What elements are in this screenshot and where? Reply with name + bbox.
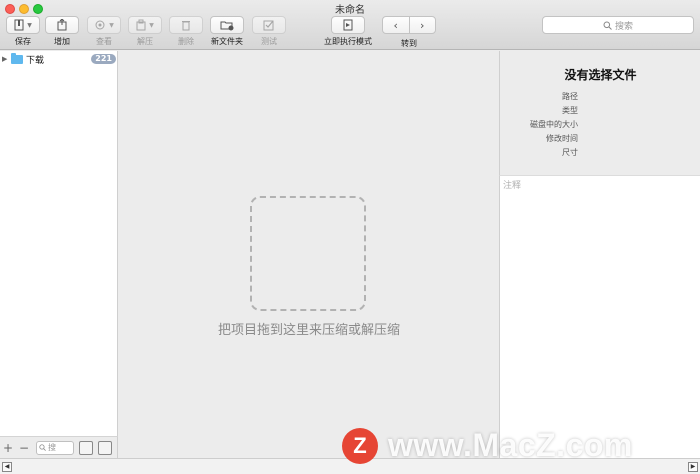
item-count-badge: 221 [91, 54, 116, 64]
delete-button[interactable] [169, 16, 203, 34]
search-input[interactable]: 搜索 [542, 16, 694, 34]
notes-field[interactable]: 注释 [499, 175, 700, 458]
notes-placeholder: 注释 [503, 181, 522, 191]
view-label: 查看 [96, 37, 112, 46]
watermark: Z www.MacZ.com [342, 427, 633, 464]
info-label-path: 路径 [562, 92, 578, 101]
add-file-icon [57, 19, 67, 31]
remove-location-button[interactable]: − [18, 442, 30, 454]
info-label-dimensions: 尺寸 [562, 148, 578, 157]
chevron-down-icon: ▼ [149, 21, 154, 29]
view-tool[interactable]: ▼ 查看 [86, 16, 122, 47]
scroll-right-icon[interactable]: ▶ [688, 462, 698, 472]
info-label-type: 类型 [562, 106, 578, 115]
sidebar-item-downloads[interactable]: ▶ 下载 221 [2, 52, 116, 66]
sidebar-search-input[interactable]: 搜 [36, 440, 74, 455]
window-title: 未命名 [335, 5, 365, 16]
goto-label: 转到 [401, 39, 417, 48]
test-button[interactable] [252, 16, 286, 34]
drop-target[interactable] [250, 196, 366, 311]
search-icon [603, 21, 612, 30]
save-button[interactable]: ▼ [6, 16, 40, 34]
back-button[interactable]: ‹ [383, 17, 410, 33]
add-label: 增加 [54, 37, 70, 46]
extract-label: 解压 [137, 37, 153, 46]
folder-icon [11, 52, 23, 64]
run-now-icon [343, 19, 353, 31]
search-placeholder: 搜索 [614, 21, 633, 32]
quick-look-icon [95, 20, 105, 30]
new-folder-tool[interactable]: 新文件夹 [207, 16, 247, 47]
disclosure-triangle-icon[interactable]: ▶ [2, 55, 11, 63]
info-title: 没有选择文件 [564, 68, 637, 82]
watermark-text: www.MacZ.com [388, 427, 633, 463]
title-toolbar: 未命名 ▼ 保存 增加 ▼ 查看 ▼ 解压 删除 新文件夹 测试 立即执行模式 … [0, 0, 700, 50]
delete-label: 删除 [178, 37, 194, 46]
save-label: 保存 [15, 37, 31, 46]
delete-tool[interactable]: 删除 [168, 16, 204, 47]
extract-button[interactable]: ▼ [128, 16, 162, 34]
test-label: 测试 [261, 37, 277, 46]
drop-area[interactable]: 把项目拖到这里来压缩或解压缩 [119, 51, 499, 458]
new-folder-label: 新文件夹 [211, 37, 243, 46]
info-labels: 路径 类型 磁盘中的大小 修改时间 尺寸 [530, 90, 578, 160]
extract-icon [136, 19, 146, 31]
run-now-label: 立即执行模式 [324, 37, 372, 46]
sidebar-item-label: 下载 [26, 55, 45, 66]
add-location-button[interactable]: + [2, 442, 14, 454]
trash-icon [182, 21, 190, 31]
add-button[interactable] [45, 16, 79, 34]
watermark-logo: Z [342, 427, 378, 464]
run-now-button[interactable] [331, 16, 365, 34]
chevron-down-icon: ▼ [109, 21, 114, 29]
sidebar-search-placeholder: 搜 [48, 443, 56, 452]
test-tool[interactable]: 测试 [251, 16, 287, 47]
info-label-modified: 修改时间 [546, 134, 578, 143]
extract-tool[interactable]: ▼ 解压 [127, 16, 163, 47]
sidebar-bottom-bar: + − 搜 [0, 436, 118, 458]
add-tool[interactable]: 增加 [44, 16, 80, 47]
list-view-icon[interactable] [79, 440, 93, 455]
chevron-down-icon: ▼ [27, 21, 32, 29]
info-label-size-on-disk: 磁盘中的大小 [530, 120, 578, 129]
navigation-buttons: ‹ › [382, 16, 436, 34]
search-icon [39, 444, 46, 451]
info-panel: 没有选择文件 路径 类型 磁盘中的大小 修改时间 尺寸 [499, 51, 700, 175]
preview-icon[interactable] [98, 440, 112, 455]
save-tool[interactable]: ▼ 保存 [4, 16, 42, 47]
view-button[interactable]: ▼ [87, 16, 121, 34]
scroll-left-icon[interactable]: ◀ [2, 462, 12, 472]
forward-button[interactable]: › [410, 17, 436, 33]
checkmark-icon [263, 20, 274, 31]
drop-hint: 把项目拖到这里来压缩或解压缩 [217, 323, 400, 338]
run-now-tool[interactable]: 立即执行模式 [320, 16, 376, 47]
archive-icon [14, 19, 24, 31]
new-folder-button[interactable] [210, 16, 244, 34]
sidebar: ▶ 下载 221 [0, 51, 118, 436]
new-folder-icon [220, 21, 234, 31]
